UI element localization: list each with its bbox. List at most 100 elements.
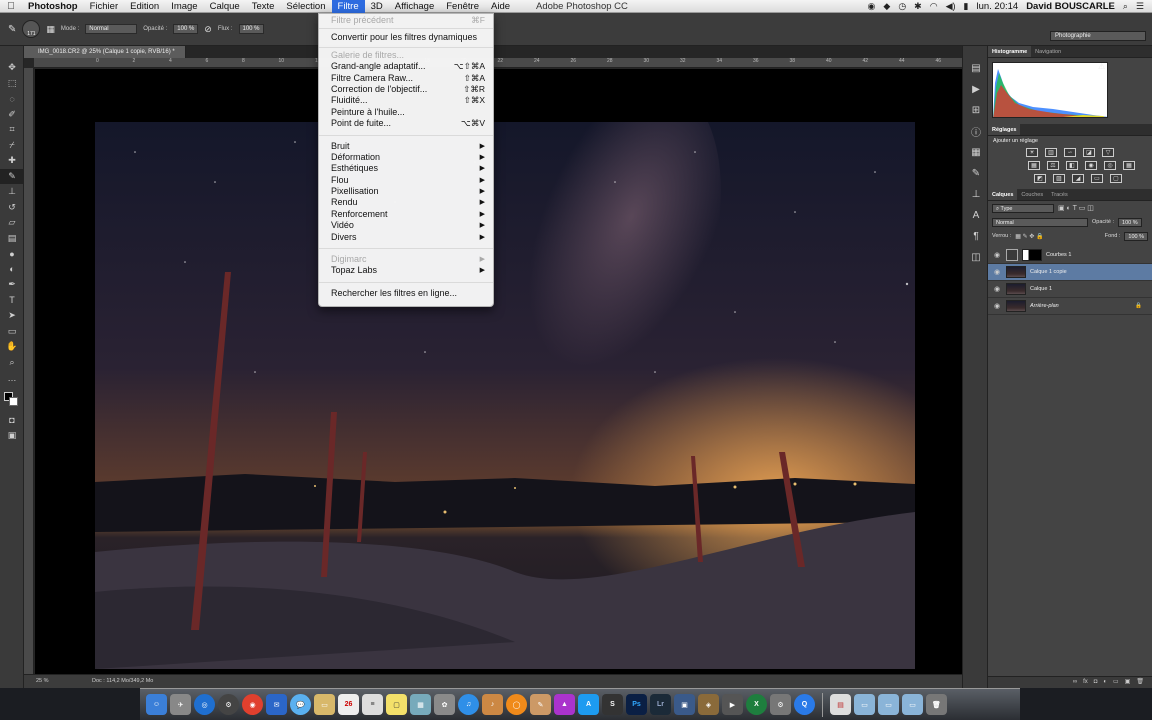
- image-editor-icon[interactable]: ◈: [698, 694, 719, 715]
- launchpad-icon[interactable]: ✈: [170, 694, 191, 715]
- layer-row[interactable]: ◉ Arrière-plan 🔒: [988, 298, 1152, 315]
- menu-item-convert-smart-filters[interactable]: Convertir pour les filtres dynamiques: [319, 32, 493, 43]
- fill-field[interactable]: 100 %: [1124, 231, 1148, 241]
- filter-pixel-icon[interactable]: ▣ ◐ T ▭ ◫: [1058, 204, 1094, 212]
- layer-name[interactable]: Calque 1 copie: [1030, 269, 1067, 275]
- eye-icon[interactable]: ◉: [992, 285, 1002, 293]
- paragraph-panel-icon[interactable]: ¶: [963, 226, 989, 247]
- garageband-icon[interactable]: ♪: [482, 694, 503, 715]
- layer-opacity-field[interactable]: 100 %: [1118, 217, 1142, 227]
- menu-photoshop[interactable]: Photoshop: [22, 0, 84, 13]
- healing-tool-icon[interactable]: ✚: [0, 153, 24, 169]
- menu-item-distort[interactable]: Déformation ▶: [319, 152, 493, 163]
- chrome-icon[interactable]: ◉: [242, 694, 263, 715]
- downloads-folder-icon[interactable]: ▭: [902, 694, 923, 715]
- time-machine-icon[interactable]: ◷: [898, 1, 906, 12]
- pdf-document-icon[interactable]: ▤: [830, 694, 851, 715]
- crop-tool-icon[interactable]: ⌗: [0, 122, 24, 138]
- layer-comps-panel-icon[interactable]: ◫: [963, 247, 989, 268]
- selective-color-icon[interactable]: ▢: [1110, 174, 1122, 183]
- menu-item-video[interactable]: Vidéo ▶: [319, 220, 493, 231]
- menu-edition[interactable]: Edition: [124, 0, 165, 13]
- menu-fichier[interactable]: Fichier: [84, 0, 125, 13]
- stickies-icon[interactable]: ▢: [386, 694, 407, 715]
- menu-item-camera-raw[interactable]: Filtre Camera Raw... ⇧⌘A: [319, 73, 493, 84]
- applications-folder-icon[interactable]: ▭: [854, 694, 875, 715]
- gradient-map-icon[interactable]: ▭: [1091, 174, 1103, 183]
- pen-tool-icon[interactable]: ✒: [0, 277, 24, 293]
- itunes-icon[interactable]: ♫: [458, 694, 479, 715]
- apple-icon[interactable]: : [0, 1, 22, 12]
- clone-source-panel-icon[interactable]: ⊥: [963, 184, 989, 205]
- vlc-icon[interactable]: ◯: [506, 694, 527, 715]
- fx-icon[interactable]: fx: [1083, 677, 1088, 688]
- path-select-tool-icon[interactable]: ➤: [0, 308, 24, 324]
- gradient-tool-icon[interactable]: ▤: [0, 231, 24, 247]
- properties-panel-icon[interactable]: ⊞: [963, 100, 989, 121]
- pressure-opacity-icon[interactable]: ⊘: [204, 24, 212, 35]
- menu-item-pixelate[interactable]: Pixellisation ▶: [319, 186, 493, 197]
- tab-paths[interactable]: Tracés: [1047, 189, 1072, 200]
- blur-tool-icon[interactable]: ●: [0, 246, 24, 262]
- layer-row[interactable]: ◉ Courbes 1: [988, 247, 1152, 264]
- notes-icon[interactable]: ≡: [362, 694, 383, 715]
- layer-name[interactable]: Arrière-plan: [1030, 303, 1059, 309]
- levels-icon[interactable]: ▥: [1045, 148, 1057, 157]
- brightness-icon[interactable]: ☀: [1026, 148, 1038, 157]
- eye-icon[interactable]: ◉: [992, 302, 1002, 310]
- menubar-user[interactable]: David BOUSCARLE: [1026, 1, 1115, 12]
- menu-item-topaz-labs[interactable]: Topaz Labs ▶: [319, 265, 493, 276]
- layer-row[interactable]: ◉ Calque 1 copie: [988, 264, 1152, 281]
- menu-item-oil-paint[interactable]: Peinture à l'huile...: [319, 107, 493, 118]
- exposure-icon[interactable]: ◪: [1083, 148, 1095, 157]
- zoom-tool-icon[interactable]: ⌕: [0, 355, 24, 371]
- pages-icon[interactable]: ✎: [530, 694, 551, 715]
- tab-channels[interactable]: Couches: [1017, 189, 1047, 200]
- menu-item-lens-correction[interactable]: Correction de l'objectif... ⇧⌘R: [319, 84, 493, 95]
- color-lookup-icon[interactable]: ▦: [1123, 161, 1135, 170]
- threshold-icon[interactable]: ◢: [1072, 174, 1084, 183]
- menu-item-adaptive-wide-angle[interactable]: Grand-angle adaptatif... ⌥⇧⌘A: [319, 61, 493, 72]
- type-tool-icon[interactable]: T: [0, 293, 24, 309]
- menu-item-blur[interactable]: Flou ▶: [319, 175, 493, 186]
- messages-icon[interactable]: 💬: [290, 694, 311, 715]
- adjustment-layer-icon[interactable]: ◐: [1103, 677, 1107, 688]
- black-white-icon[interactable]: ◧: [1066, 161, 1078, 170]
- app-store-icon[interactable]: A: [578, 694, 599, 715]
- photos-icon[interactable]: ✿: [434, 694, 455, 715]
- brush-size-preset[interactable]: 171: [22, 20, 41, 38]
- trash-icon[interactable]: 🗑: [926, 694, 947, 715]
- lasso-tool-icon[interactable]: ◌: [0, 91, 24, 107]
- warning-icon[interactable]: ⚠: [1098, 62, 1105, 71]
- menu-item-other[interactable]: Divers ▶: [319, 232, 493, 243]
- canvas-pasteboard[interactable]: [35, 69, 962, 674]
- dropbox-icon[interactable]: ◆: [883, 1, 890, 12]
- brush-panel-icon[interactable]: ✎: [963, 163, 989, 184]
- shape-tool-icon[interactable]: ▭: [0, 324, 24, 340]
- new-layer-icon[interactable]: ▣: [1125, 677, 1131, 688]
- marquee-tool-icon[interactable]: ⬚: [0, 76, 24, 92]
- tab-layers[interactable]: Calques: [988, 189, 1018, 200]
- flag-icon[interactable]: ▮: [964, 1, 969, 12]
- brush-panel-icon[interactable]: ▦: [46, 24, 55, 35]
- posterize-icon[interactable]: ▨: [1053, 174, 1065, 183]
- menu-texte[interactable]: Texte: [246, 0, 281, 13]
- lock-icons[interactable]: ▦ ✎ ✥ 🔒: [1015, 233, 1043, 240]
- contacts-icon[interactable]: ▭: [314, 694, 335, 715]
- hand-tool-icon[interactable]: ✋: [0, 339, 24, 355]
- menu-selection[interactable]: Sélection: [280, 0, 331, 13]
- screen-mode-icon[interactable]: ▣: [0, 428, 24, 444]
- keynote-icon[interactable]: ▲: [554, 694, 575, 715]
- tab-histogram[interactable]: Histogramme: [988, 46, 1032, 57]
- photo-filter-icon[interactable]: ◉: [1085, 161, 1097, 170]
- brush-tool-icon[interactable]: ✎: [0, 168, 24, 184]
- menu-item-noise[interactable]: Bruit ▶: [319, 141, 493, 152]
- menu-filtre[interactable]: Filtre: [331, 0, 365, 13]
- color-balance-icon[interactable]: ⚖: [1047, 161, 1059, 170]
- background-color-swatch[interactable]: [9, 397, 18, 406]
- brush-tool-icon[interactable]: ✎: [8, 24, 16, 35]
- mode-select[interactable]: Normal: [85, 24, 138, 34]
- stamp-tool-icon[interactable]: ⊥: [0, 184, 24, 200]
- more-tools-icon[interactable]: …: [0, 370, 24, 386]
- menu-fenetre[interactable]: Fenêtre: [440, 0, 485, 13]
